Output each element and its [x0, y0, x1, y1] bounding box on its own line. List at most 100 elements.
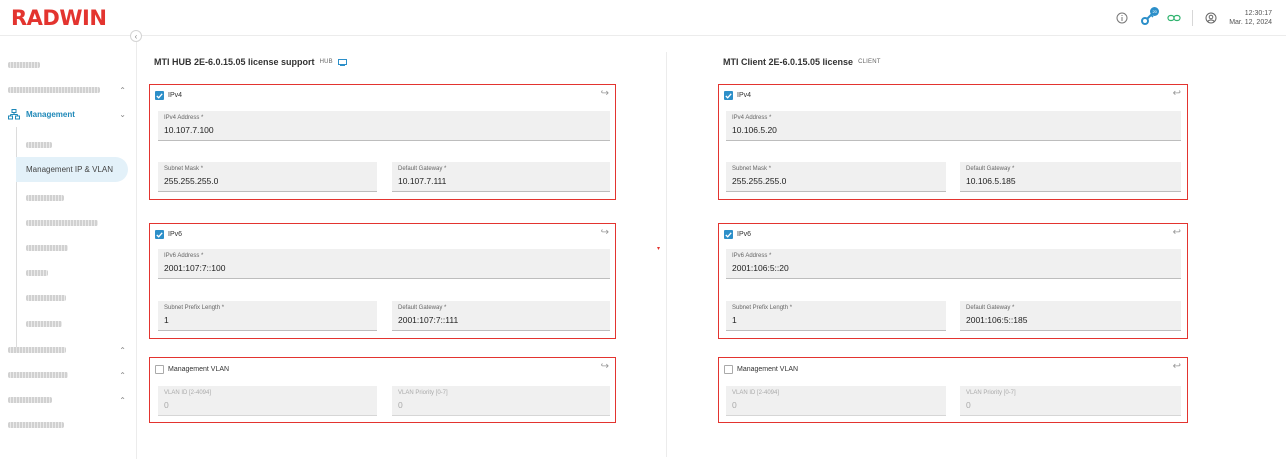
key-icon[interactable]: 20	[1140, 7, 1160, 26]
client-ipv4-gateway-field[interactable]: Default Gateway * 10.106.5.185	[960, 162, 1181, 192]
client-vlan-priority-field: VLAN Priority [0-7] 0	[960, 386, 1181, 416]
monitor-icon[interactable]	[337, 58, 347, 66]
indicator-arrow-icon: ▾	[657, 246, 661, 252]
license-badge: 20	[1150, 7, 1160, 16]
client-ipv6-checkbox[interactable]	[724, 230, 733, 239]
client-title: MTI Client 2E-6.0.15.05 license CLIENT	[723, 57, 881, 67]
client-ipv6-address-field[interactable]: IPv6 Address * 2001:106:5::20	[726, 249, 1181, 279]
hub-title-text: MTI HUB 2E-6.0.15.05 license support	[154, 57, 315, 67]
undo-arrow-icon[interactable]: ↩	[1173, 227, 1181, 238]
field-label: Subnet Prefix Length *	[732, 305, 793, 311]
submenu-item-3[interactable]	[16, 185, 128, 210]
submenu-item-6[interactable]	[16, 260, 128, 285]
field-label: VLAN ID [2-4094]	[164, 390, 212, 396]
field-value: 0	[966, 400, 971, 410]
field-label: IPv4 Address *	[164, 115, 204, 121]
undo-arrow-icon[interactable]: ↩	[1173, 88, 1181, 99]
field-value: 2001:106:5::185	[966, 315, 1028, 325]
submenu-item-management-ip-vlan[interactable]: Management IP & VLAN	[16, 157, 128, 182]
client-ipv6-section: IPv6 ↩ IPv6 Address * 2001:106:5::20 Sub…	[718, 223, 1188, 339]
client-ipv4-checkbox[interactable]	[724, 91, 733, 100]
client-vlan-label: Management VLAN	[737, 366, 799, 373]
client-ipv6-gateway-field[interactable]: Default Gateway * 2001:106:5::185	[960, 301, 1181, 331]
header-divider	[1192, 10, 1194, 26]
hub-vlan-id-field: VLAN ID [2-4094] 0	[158, 386, 377, 416]
submenu-item-7[interactable]	[16, 285, 128, 310]
sidebar-item-label: Management	[26, 109, 75, 119]
hub-vlan-label: Management VLAN	[168, 366, 230, 373]
chevron-down-icon: ⌄	[119, 109, 126, 119]
collapse-sidebar-button[interactable]: ‹	[130, 30, 142, 42]
submenu-item-4[interactable]	[16, 210, 128, 235]
hub-vlan-section: Management VLAN ↪ VLAN ID [2-4094] 0 VLA…	[149, 357, 616, 423]
hub-ipv4-gateway-field[interactable]: Default Gateway * 10.107.7.111	[392, 162, 610, 192]
hub-ipv6-label: IPv6	[168, 231, 183, 238]
client-vlan-checkbox[interactable]	[724, 365, 733, 374]
chevron-up-icon: ⌃	[119, 395, 126, 405]
field-value: 10.106.5.20	[732, 125, 777, 135]
client-ipv6-header: IPv6	[724, 230, 751, 239]
sidebar-item-1[interactable]	[8, 57, 40, 73]
sidebar-item-12[interactable]	[8, 417, 64, 433]
submenu-item-1[interactable]	[16, 132, 128, 157]
field-value: 255.255.255.0	[164, 176, 219, 186]
field-value: 0	[732, 400, 737, 410]
top-bar: RADWIN 20 12:30:17 Mar. 12, 2024	[0, 0, 1286, 36]
sidebar-item-11[interactable]: ⌃	[8, 392, 136, 408]
field-value: 10.106.5.185	[966, 176, 1016, 186]
hub-tag: HUB	[319, 59, 333, 65]
sidebar-item-2[interactable]: ⌃	[8, 82, 136, 98]
hub-vlan-header: Management VLAN	[155, 365, 229, 374]
client-vlan-section: Management VLAN ↩ VLAN ID [2-4094] 0 VLA…	[718, 357, 1188, 423]
field-label: Subnet Mask *	[732, 166, 772, 172]
submenu-item-5[interactable]	[16, 235, 128, 260]
hub-vlan-priority-field: VLAN Priority [0-7] 0	[392, 386, 610, 416]
sidebar-item-management[interactable]: Management ⌄	[8, 106, 136, 122]
hub-title: MTI HUB 2E-6.0.15.05 license support HUB	[154, 57, 347, 67]
field-label: Default Gateway *	[966, 166, 1015, 172]
field-label: Subnet Mask *	[164, 166, 204, 172]
submenu-item-8[interactable]	[16, 311, 128, 336]
copy-arrow-icon[interactable]: ↪	[601, 88, 609, 99]
client-ipv4-header: IPv4	[724, 91, 751, 100]
clock: 12:30:17 Mar. 12, 2024	[1229, 9, 1272, 27]
copy-arrow-icon[interactable]: ↪	[601, 227, 609, 238]
column-divider	[666, 52, 667, 457]
sidebar-item-10[interactable]: ⌃	[8, 367, 136, 383]
client-prefix-length-field[interactable]: Subnet Prefix Length * 1	[726, 301, 946, 331]
radwin-logo: RADWIN	[11, 6, 107, 30]
network-icon	[8, 108, 20, 119]
field-value: 0	[398, 400, 403, 410]
field-label: VLAN Priority [0-7]	[966, 390, 1016, 396]
hub-subnet-mask-field[interactable]: Subnet Mask * 255.255.255.0	[158, 162, 377, 192]
field-label: Default Gateway *	[398, 166, 447, 172]
client-ipv4-address-field[interactable]: IPv4 Address * 10.106.5.20	[726, 111, 1181, 141]
hub-ipv4-address-field[interactable]: IPv4 Address * 10.107.7.100	[158, 111, 610, 141]
chevron-up-icon: ⌃	[119, 345, 126, 355]
client-ipv6-label: IPv6	[737, 231, 752, 238]
client-subnet-mask-field[interactable]: Subnet Mask * 255.255.255.0	[726, 162, 946, 192]
field-value: 255.255.255.0	[732, 176, 787, 186]
hub-ipv6-gateway-field[interactable]: Default Gateway * 2001:107:7::111	[392, 301, 610, 331]
link-icon[interactable]	[1166, 10, 1182, 26]
copy-arrow-icon[interactable]: ↪	[601, 361, 609, 372]
undo-arrow-icon[interactable]: ↩	[1173, 361, 1181, 372]
field-label: Default Gateway *	[966, 305, 1015, 311]
clock-time: 12:30:17	[1244, 10, 1272, 17]
hub-ipv4-checkbox[interactable]	[155, 91, 164, 100]
sidebar-item-9[interactable]: ⌃	[8, 342, 136, 358]
field-label: VLAN Priority [0-7]	[398, 390, 448, 396]
field-label: Default Gateway *	[398, 305, 447, 311]
user-icon[interactable]	[1203, 10, 1219, 26]
field-value: 2001:107:7::100	[164, 263, 226, 273]
field-value: 10.107.7.111	[398, 176, 447, 186]
field-value: 1	[164, 315, 169, 325]
hub-ipv6-checkbox[interactable]	[155, 230, 164, 239]
hub-prefix-length-field[interactable]: Subnet Prefix Length * 1	[158, 301, 377, 331]
field-label: IPv6 Address *	[164, 253, 204, 259]
sidebar: ⌃ Management ⌄ Management IP & VLAN ⌃ ⌃ …	[0, 37, 137, 459]
hub-ipv6-address-field[interactable]: IPv6 Address * 2001:107:7::100	[158, 249, 610, 279]
client-ipv4-section: IPv4 ↩ IPv4 Address * 10.106.5.20 Subnet…	[718, 84, 1188, 200]
info-icon[interactable]	[1114, 10, 1130, 26]
hub-vlan-checkbox[interactable]	[155, 365, 164, 374]
